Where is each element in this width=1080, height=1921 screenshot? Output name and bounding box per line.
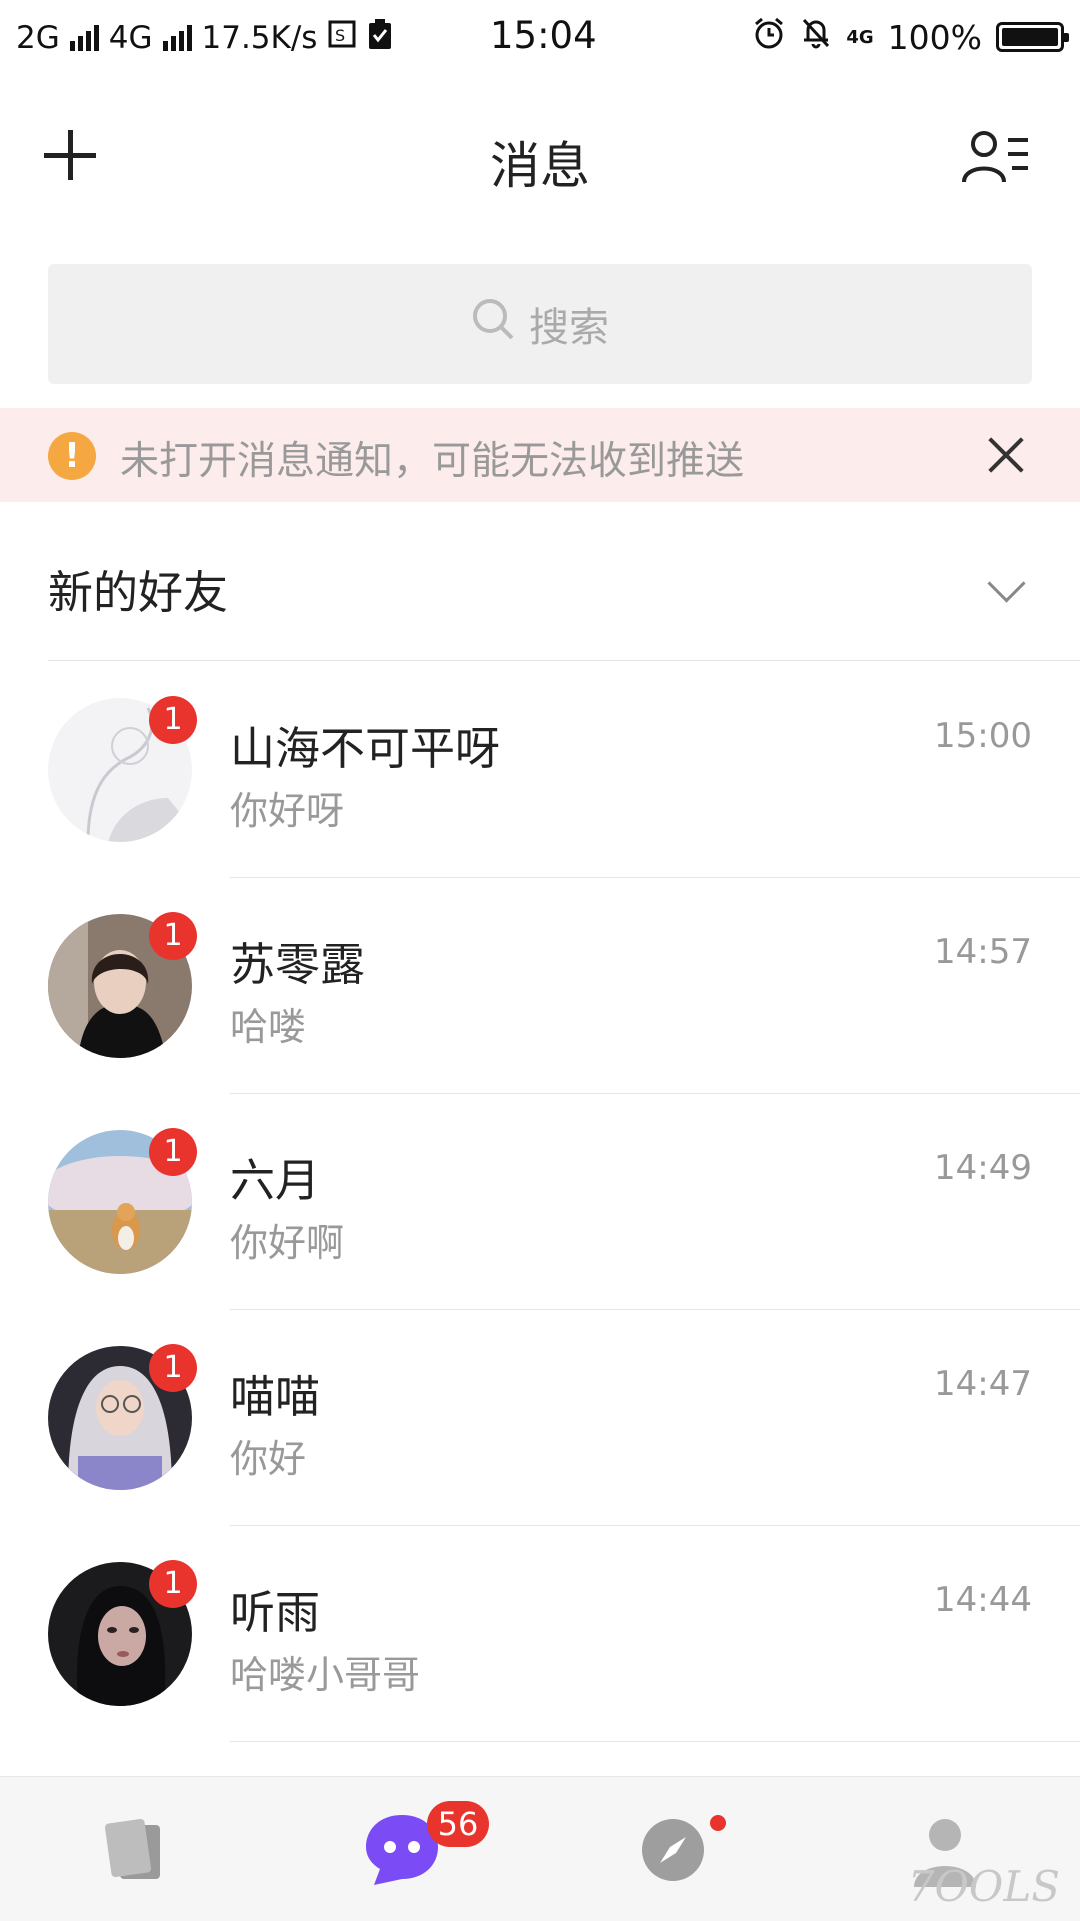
notice-text[interactable]: 未打开消息通知，可能无法收到推送 <box>120 430 744 486</box>
signal-icon <box>162 25 192 51</box>
messages-badge: 56 <box>427 1801 489 1847</box>
status-bar: 2G 4G 17.5K/s S 15:04 4G 100% <box>0 0 1080 78</box>
signal-icon <box>69 25 99 51</box>
status-right: 4G 100% <box>752 16 1069 58</box>
chat-item[interactable]: 1 听雨 哈喽小哥哥 14:44 <box>0 1526 1080 1742</box>
close-icon[interactable] <box>982 430 1032 480</box>
page-title: 消息 <box>490 137 590 195</box>
chat-last-message: 哈喽 <box>230 1005 307 1049</box>
watermark-logo: 7OOLS <box>907 1862 1060 1911</box>
screenshot-icon: S <box>327 19 357 57</box>
chat-item[interactable]: 1 苏零露 哈喽 14:57 <box>0 878 1080 1094</box>
unread-badge: 1 <box>149 912 197 960</box>
divider <box>48 660 1080 661</box>
clipboard-icon <box>367 18 393 58</box>
alarm-icon <box>752 16 786 58</box>
battery-percent: 100% <box>887 17 982 57</box>
bottom-navigation: 56 7OOLS <box>0 1776 1080 1921</box>
chat-time: 14:57 <box>934 932 1032 972</box>
nav-tab-messages[interactable]: 56 <box>270 1777 540 1921</box>
chat-time: 14:49 <box>934 1148 1032 1188</box>
chat-item[interactable]: 1 喵喵 你好 14:47 <box>0 1310 1080 1526</box>
new-friends-row[interactable]: 新的好友 <box>0 520 1080 661</box>
status-left: 2G 4G 17.5K/s S <box>16 18 393 58</box>
search-icon <box>471 297 515 351</box>
chat-time: 14:44 <box>934 1580 1032 1620</box>
search-bar[interactable]: 搜索 <box>48 264 1032 384</box>
search-placeholder: 搜索 <box>529 305 609 351</box>
unread-badge: 1 <box>149 1128 197 1176</box>
chat-name: 听雨 <box>230 1586 321 1639</box>
chat-item[interactable]: 1 六月 你好啊 14:49 <box>0 1094 1080 1310</box>
chat-name: 苏零露 <box>230 938 366 991</box>
unread-badge: 1 <box>149 1344 197 1392</box>
warning-icon: ! <box>48 432 96 480</box>
unread-badge: 1 <box>149 696 197 744</box>
notification-dot <box>710 1815 726 1831</box>
chat-name: 山海不可平呀 <box>230 722 501 775</box>
new-friends-label: 新的好友 <box>48 566 229 619</box>
chat-time: 15:00 <box>934 716 1032 756</box>
network-4g-icon: 4G <box>846 26 874 48</box>
chevron-down-icon[interactable] <box>987 564 1026 603</box>
cards-icon <box>102 1817 168 1887</box>
divider <box>230 1741 1080 1742</box>
chat-name: 喵喵 <box>230 1370 321 1423</box>
nav-tab-cards[interactable] <box>0 1777 270 1921</box>
compass-icon <box>640 1817 706 1887</box>
chat-time: 14:47 <box>934 1364 1032 1404</box>
chat-last-message: 你好呀 <box>230 789 345 833</box>
chat-last-message: 你好 <box>230 1437 307 1481</box>
contacts-list-icon[interactable] <box>962 126 1032 186</box>
network-4g-label: 4G <box>108 20 153 56</box>
chat-last-message: 哈喽小哥哥 <box>230 1653 421 1697</box>
chat-list: 1 山海不可平呀 你好呀 15:00 1 苏零露 哈喽 14:57 1 六月 你… <box>0 662 1080 1742</box>
network-2g-label: 2G <box>16 20 60 56</box>
clock: 15:04 <box>490 14 597 57</box>
network-speed: 17.5K/s <box>201 20 318 56</box>
unread-badge: 1 <box>149 1560 197 1608</box>
nav-tab-discover[interactable] <box>540 1777 810 1921</box>
svg-text:S: S <box>335 26 345 45</box>
chat-item[interactable]: 1 山海不可平呀 你好呀 15:00 <box>0 662 1080 878</box>
top-header: 消息 <box>0 78 1080 238</box>
chat-name: 六月 <box>230 1154 321 1207</box>
mute-bell-icon <box>800 16 832 58</box>
battery-icon <box>996 22 1069 52</box>
notification-warning-banner: ! 未打开消息通知，可能无法收到推送 <box>0 408 1080 502</box>
chat-last-message: 你好啊 <box>230 1221 345 1265</box>
